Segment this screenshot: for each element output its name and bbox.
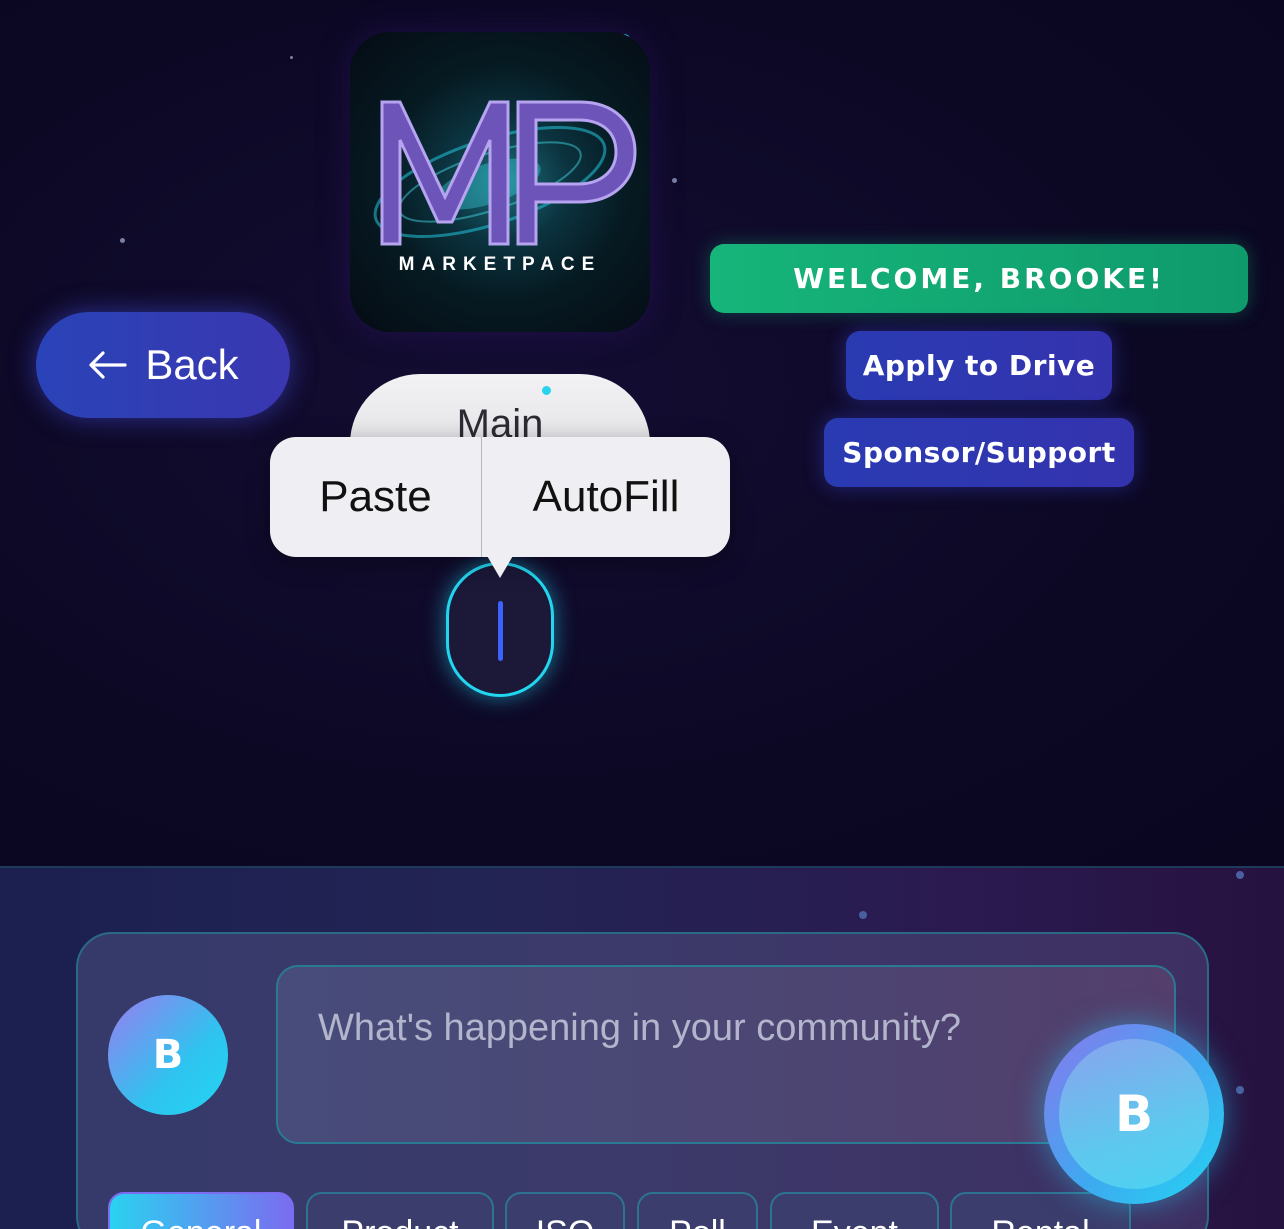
marketpace-logo[interactable]: MARKETPACE [350, 32, 650, 332]
notification-dot [542, 386, 551, 395]
star-decoration [672, 178, 677, 183]
text-input-pill[interactable] [446, 562, 554, 697]
autofill-menu-item[interactable]: AutoFill [482, 437, 730, 557]
text-caret-icon [498, 601, 503, 661]
category-tab-product[interactable]: Product [306, 1192, 494, 1229]
post-compose-input[interactable]: What's happening in your community? [276, 965, 1176, 1144]
category-tab-poll[interactable]: Poll [637, 1192, 758, 1229]
back-button[interactable]: Back [36, 312, 290, 418]
category-tab-iso[interactable]: ISO [505, 1192, 625, 1229]
logo-wordmark: MARKETPACE [398, 254, 602, 275]
edit-context-menu: Paste AutoFill [270, 437, 730, 557]
welcome-button[interactable]: WELCOME, BROOKE! [710, 244, 1248, 313]
avatar[interactable]: B [108, 995, 228, 1115]
star-decoration [1236, 871, 1244, 879]
profile-fab-button[interactable]: B [1044, 1024, 1224, 1204]
category-tab-event[interactable]: Event [770, 1192, 939, 1229]
arrow-left-icon [89, 351, 127, 379]
paste-menu-item[interactable]: Paste [270, 437, 481, 557]
star-decoration [859, 911, 867, 919]
logo-emblem-icon [373, 100, 637, 246]
fab-initial: B [1059, 1039, 1209, 1189]
back-button-label: Back [145, 341, 239, 388]
star-decoration [120, 238, 125, 243]
star-decoration [1236, 1086, 1244, 1094]
apply-to-drive-button[interactable]: Apply to Drive [846, 331, 1112, 400]
category-tab-general[interactable]: General [108, 1192, 294, 1229]
sponsor-support-button[interactable]: Sponsor/Support [824, 418, 1134, 487]
edit-menu-pointer [486, 554, 514, 578]
star-decoration [290, 56, 293, 59]
